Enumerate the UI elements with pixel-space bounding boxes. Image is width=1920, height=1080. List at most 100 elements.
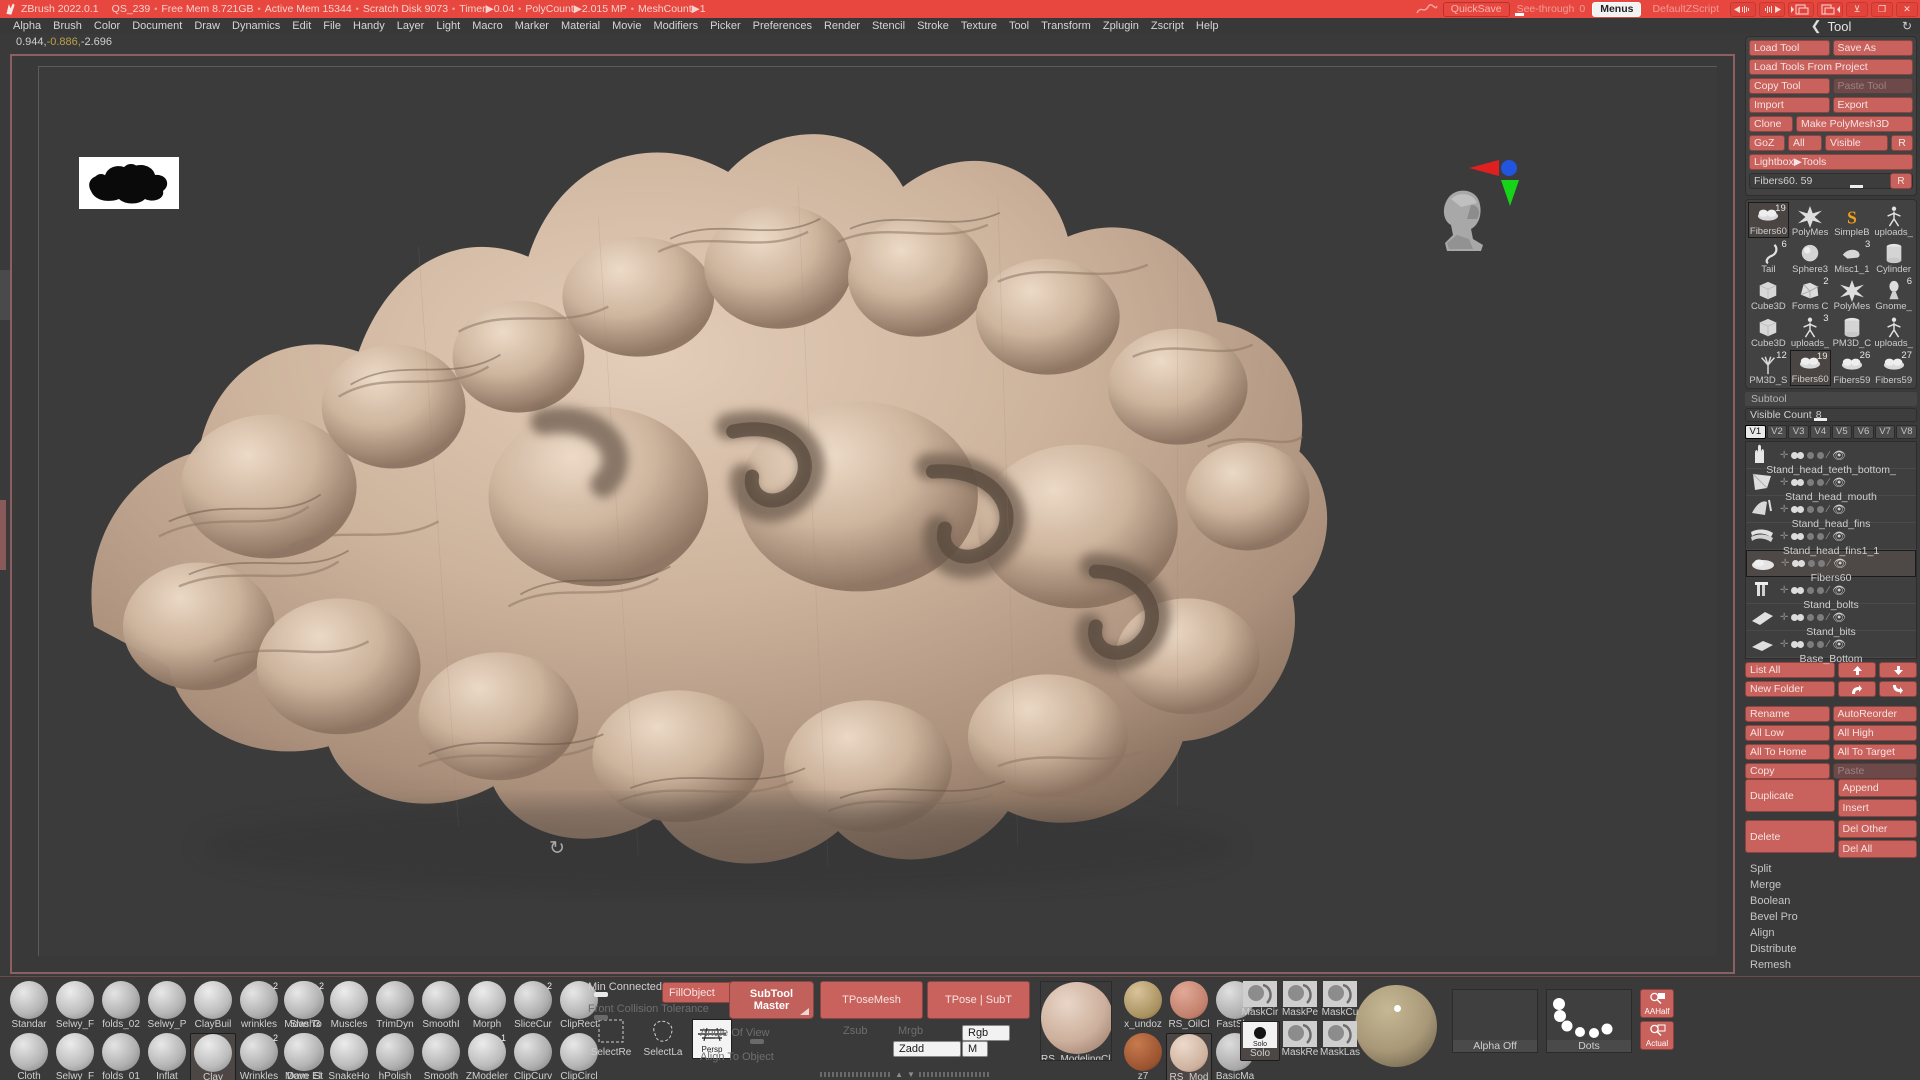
front-collision-slider[interactable]: Front Collision Tolerance — [588, 1003, 748, 1020]
goz-r-button[interactable]: R — [1891, 135, 1913, 151]
tool-thumbnail-14[interactable]: PM3D_C — [1832, 313, 1873, 349]
polypaint-icon[interactable]: ✛ — [1780, 612, 1788, 623]
all-button[interactable]: All — [1788, 135, 1822, 151]
brush-r3-1[interactable]: Muscles — [326, 981, 372, 1031]
load-tool-button[interactable]: Load Tool — [1749, 40, 1830, 56]
menu-item-file[interactable]: File — [317, 19, 347, 34]
menu-item-render[interactable]: Render — [818, 19, 866, 34]
smooth-icon[interactable]: ∕ — [1827, 531, 1829, 542]
append-button[interactable]: Append — [1837, 779, 1917, 797]
tool-thumbnail-1[interactable]: PolyMes — [1790, 202, 1831, 238]
mask-tool-1-2[interactable]: MaskCu — [1320, 981, 1360, 1019]
menu-item-help[interactable]: Help — [1190, 19, 1225, 34]
section-distribute[interactable]: Distribute — [1745, 941, 1917, 957]
export-button[interactable]: Export — [1832, 97, 1913, 113]
tool-thumbnail-12[interactable]: Cube3D — [1748, 313, 1789, 349]
transparency-toggle-icon[interactable] — [1817, 640, 1825, 648]
load-tools-from-project-button[interactable]: Load Tools From Project — [1749, 59, 1913, 75]
brush-r2-4[interactable]: Clay — [190, 1033, 236, 1080]
tool-thumbnail-5[interactable]: Sphere3 — [1790, 239, 1831, 275]
brush-r4-4[interactable]: 1 ZModeler — [464, 1033, 510, 1080]
menu-item-brush[interactable]: Brush — [47, 19, 88, 34]
transparency-toggle-icon[interactable] — [1817, 505, 1825, 513]
viewport-3d[interactable]: ↻ — [38, 66, 1717, 956]
left-tray-handle-lower[interactable] — [0, 500, 6, 570]
brush-r4-3[interactable]: Smooth — [418, 1033, 464, 1080]
menu-item-edit[interactable]: Edit — [286, 19, 317, 34]
visibility-tab-v5[interactable]: V5 — [1831, 425, 1853, 439]
visibility-tab-v4[interactable]: V4 — [1809, 425, 1831, 439]
current-tool-slider[interactable]: Fibers60. 59 R — [1749, 173, 1913, 189]
smooth-icon[interactable]: ∕ — [1827, 504, 1829, 515]
tool-thumbnail-2[interactable]: S SimpleB — [1832, 202, 1873, 238]
menu-item-stencil[interactable]: Stencil — [866, 19, 911, 34]
visible-button[interactable]: Visible — [1825, 135, 1888, 151]
visibility-tab-v2[interactable]: V2 — [1766, 425, 1788, 439]
paste-tool-button[interactable]: Paste Tool — [1832, 78, 1913, 94]
menu-item-transform[interactable]: Transform — [1035, 19, 1097, 34]
material-swatch-1[interactable]: RS_OilCl — [1166, 981, 1212, 1031]
brush-r2-3[interactable]: Inflat — [144, 1033, 190, 1080]
visibility-tab-v6[interactable]: V6 — [1853, 425, 1874, 439]
menu-item-alpha[interactable]: Alpha — [7, 19, 47, 34]
eye-icon[interactable]: 👁 — [1832, 638, 1846, 651]
mask-tool-1-1[interactable]: MaskPe — [1280, 981, 1320, 1019]
save-as-button[interactable]: Save As — [1832, 40, 1913, 56]
visibility-dot-icon[interactable] — [1797, 640, 1805, 648]
brush-r1-0[interactable]: Standar — [6, 981, 52, 1031]
tool-thumbnail-0[interactable]: 19 Fibers60 — [1748, 202, 1789, 238]
shadow-toggle-icon[interactable] — [1808, 560, 1816, 567]
tool-thumbnail-7[interactable]: Cylinder — [1873, 239, 1914, 275]
all-low-button[interactable]: All Low — [1745, 725, 1830, 741]
alpha-selector[interactable]: Alpha Off — [1452, 989, 1538, 1053]
menu-item-zplugin[interactable]: Zplugin — [1097, 19, 1145, 34]
move-out-folder-button[interactable] — [1879, 681, 1917, 697]
eye-icon[interactable]: 👁 — [1832, 584, 1846, 597]
all-high-button[interactable]: All High — [1832, 725, 1917, 741]
tool-thumbnail-19[interactable]: 27 Fibers59 — [1873, 350, 1914, 386]
menu-item-texture[interactable]: Texture — [955, 19, 1003, 34]
insert-button[interactable]: Insert — [1837, 799, 1917, 817]
tool-thumbnail-11[interactable]: 6 Gnome_ — [1873, 276, 1914, 312]
shelf-scroll-indicator[interactable]: ▲ ▼ — [820, 1070, 990, 1079]
material-swatch-0[interactable]: x_undoz — [1120, 981, 1166, 1031]
default-zscript-button[interactable]: DefaultZScript — [1644, 1, 1727, 17]
all-to-home-button[interactable]: All To Home — [1745, 744, 1830, 760]
menu-item-light[interactable]: Light — [430, 19, 466, 34]
smooth-icon[interactable]: ∕ — [1828, 558, 1830, 569]
menu-item-preferences[interactable]: Preferences — [747, 19, 818, 34]
clone-button[interactable]: Clone — [1749, 116, 1793, 132]
menu-item-material[interactable]: Material — [555, 19, 606, 34]
tool-thumbnail-6[interactable]: 3 Misc1_1 — [1832, 239, 1873, 275]
eye-icon[interactable]: 👁 — [1832, 530, 1846, 543]
visibility-tab-v3[interactable]: V3 — [1788, 425, 1809, 439]
visibility-dot-icon[interactable] — [1797, 451, 1805, 459]
visibility-dot-icon[interactable] — [1797, 505, 1805, 513]
brush-r2-2[interactable]: folds_01 — [98, 1033, 144, 1080]
tool-thumbnail-16[interactable]: 12 PM3D_S — [1748, 350, 1789, 386]
eye-icon[interactable]: 👁 — [1833, 557, 1847, 570]
angle-of-view-slider[interactable]: Angle Of View — [700, 1027, 850, 1044]
move-into-folder-button[interactable] — [1838, 681, 1876, 697]
polypaint-icon[interactable]: ✛ — [1780, 450, 1788, 461]
polypaint-icon[interactable]: ✛ — [1780, 531, 1788, 542]
brush-r3-2[interactable]: TrimDyn — [372, 981, 418, 1031]
eye-icon[interactable]: 👁 — [1832, 476, 1846, 489]
section-merge[interactable]: Merge — [1745, 877, 1917, 893]
polypaint-icon[interactable]: ✛ — [1781, 558, 1789, 569]
menu-item-layer[interactable]: Layer — [391, 19, 431, 34]
menu-item-movie[interactable]: Movie — [606, 19, 647, 34]
copy-tool-button[interactable]: Copy Tool — [1749, 78, 1830, 94]
brush-r3-0[interactable]: Move To — [280, 981, 326, 1031]
menu-item-marker[interactable]: Marker — [509, 19, 555, 34]
transparency-toggle-icon[interactable] — [1817, 451, 1825, 459]
mask-tool-1-0[interactable]: MaskCir — [1240, 981, 1280, 1019]
align-to-object-slider[interactable]: Align To Object — [700, 1051, 850, 1063]
lightbox-tools-button[interactable]: Lightbox▶Tools — [1749, 154, 1913, 170]
menu-item-macro[interactable]: Macro — [466, 19, 509, 34]
visible-count-knob[interactable] — [1814, 418, 1827, 421]
transparency-toggle-icon[interactable] — [1818, 560, 1826, 567]
select-lasso-tool[interactable]: SelectLa — [640, 1017, 686, 1059]
rename-button[interactable]: Rename — [1745, 706, 1830, 722]
brush-r2-1[interactable]: Selwy_F — [52, 1033, 98, 1080]
